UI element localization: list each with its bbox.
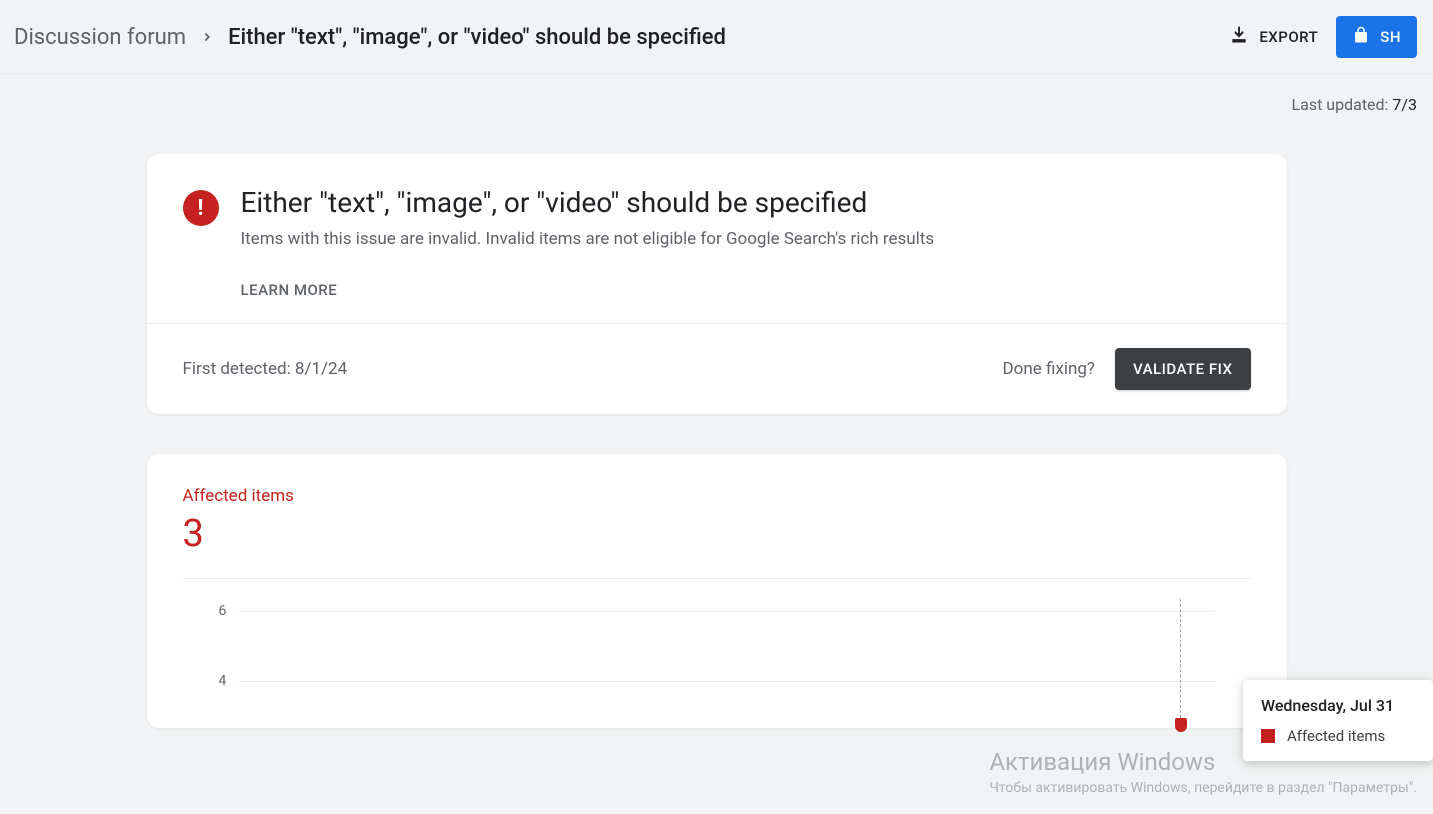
issue-card: ! Either "text", "image", or "video" sho…	[147, 154, 1287, 414]
share-button[interactable]: SH	[1336, 16, 1417, 58]
affected-items-label: Affected items	[183, 486, 1251, 506]
chart-gridline	[239, 611, 1215, 612]
chevron-right-icon	[200, 25, 214, 50]
tooltip-date: Wednesday, Jul 31	[1261, 696, 1415, 715]
issue-description: Items with this issue are invalid. Inval…	[241, 227, 935, 253]
export-label: EXPORT	[1259, 28, 1318, 46]
affected-items-count: 3	[183, 512, 1251, 578]
chart-data-point	[1175, 718, 1187, 732]
download-icon	[1229, 25, 1249, 49]
last-updated-value: 7/3	[1392, 95, 1417, 114]
header-actions: EXPORT SH	[1229, 16, 1417, 58]
affected-items-card: Affected items 3 6 4	[147, 454, 1287, 728]
first-detected-label: First detected:	[183, 359, 295, 379]
error-icon: !	[183, 190, 219, 226]
affected-items-chart[interactable]: 6 4	[183, 578, 1251, 728]
breadcrumb-root[interactable]: Discussion forum	[14, 25, 186, 50]
chart-ytick: 4	[219, 673, 227, 689]
chart-tooltip: Wednesday, Jul 31 Affected items	[1243, 680, 1433, 761]
breadcrumb-current: Either "text", "image", or "video" shoul…	[228, 25, 726, 50]
last-updated: Last updated: 7/3	[0, 75, 1433, 114]
page-header: Discussion forum Either "text", "image",…	[0, 0, 1433, 75]
watermark-subtitle: Чтобы активировать Windows, перейдите в …	[989, 780, 1417, 796]
last-updated-label: Last updated:	[1292, 95, 1393, 114]
issue-title: Either "text", "image", or "video" shoul…	[241, 186, 935, 219]
first-detected: First detected: 8/1/24	[183, 359, 348, 379]
validate-fix-button[interactable]: VALIDATE FIX	[1115, 348, 1251, 390]
legend-color-swatch	[1261, 729, 1275, 743]
tooltip-legend-label: Affected items	[1287, 727, 1385, 745]
done-fixing-label: Done fixing?	[1003, 359, 1095, 379]
breadcrumb: Discussion forum Either "text", "image",…	[14, 25, 726, 50]
export-button[interactable]: EXPORT	[1229, 25, 1318, 49]
share-label: SH	[1380, 28, 1401, 46]
first-detected-value: 8/1/24	[295, 359, 347, 379]
chart-hover-line	[1180, 599, 1181, 728]
chart-gridline	[239, 681, 1215, 682]
chart-ytick: 6	[219, 603, 227, 619]
learn-more-link[interactable]: LEARN MORE	[241, 281, 338, 299]
lock-icon	[1352, 26, 1370, 48]
